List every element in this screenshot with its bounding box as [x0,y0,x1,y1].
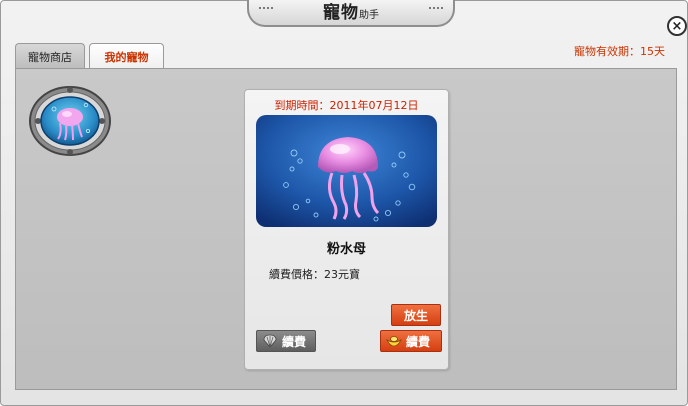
window-title: 寵物助手 [249,0,453,23]
pet-helper-window: 寵物助手 × 寵物有效期：15天 寵物商店 我的寵物 到期時間：2011年07月… [0,0,688,406]
tab-my-pets[interactable]: 我的寵物 [89,43,164,70]
title-tab: 寵物助手 [247,0,455,27]
renew-shell-button[interactable]: 續費 [256,330,316,352]
expire-date: 到期時間：2011年07月12日 [274,99,419,112]
pet-image [256,115,437,227]
pet-card: 到期時間：2011年07月12日 粉水母 續費價格：23元寶 放生 續費 續費 [244,89,449,370]
renew-shell-label: 續費 [282,334,307,349]
window-title-main: 寵物 [323,3,359,23]
close-icon: × [671,18,683,34]
shell-icon [262,334,278,348]
release-button[interactable]: 放生 [391,304,441,326]
pet-name: 粉水母 [326,242,366,257]
ingot-icon [385,334,403,348]
porthole-jellyfish-icon[interactable] [28,85,112,157]
pet-validity: 寵物有效期：15天 [574,45,665,58]
window-title-sub: 助手 [359,10,379,21]
tab-pet-shop[interactable]: 寵物商店 [15,43,85,69]
renew-ingot-label: 續費 [406,334,431,349]
renew-price: 續費價格：23元寶 [269,268,360,281]
close-button[interactable]: × [667,16,687,36]
renew-ingot-button[interactable]: 續費 [380,330,442,352]
